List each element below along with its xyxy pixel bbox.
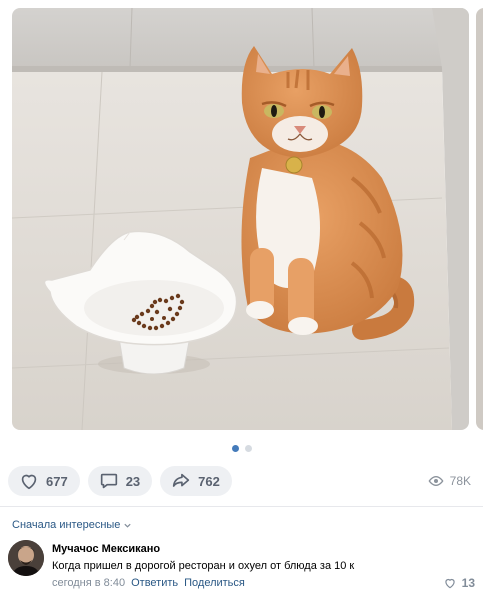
- comment-text: Когда пришел в дорогой ресторан и охуел …: [52, 560, 355, 572]
- like-count: 677: [46, 473, 68, 489]
- comment-like-count: 13: [461, 576, 475, 590]
- comment-like-button[interactable]: 13: [443, 576, 475, 590]
- carousel-dot-1[interactable]: [231, 445, 239, 452]
- post-photo[interactable]: [12, 8, 469, 430]
- comment-button[interactable]: 23: [87, 466, 153, 496]
- avatar-image: [8, 540, 44, 576]
- post-actions: 677 23 762 78K: [8, 466, 475, 496]
- views-count: 78K: [449, 474, 471, 488]
- comment-item: Мучачос Мексикано Когда пришел в дорогой…: [8, 540, 475, 592]
- share-count: 762: [198, 473, 220, 489]
- comments-sort-label: Сначала интересные: [12, 519, 121, 531]
- comment-time[interactable]: сегодня в 8:40: [52, 577, 125, 589]
- comment-meta: сегодня в 8:40 Ответить Поделиться: [52, 577, 245, 589]
- comment-count: 23: [125, 473, 141, 489]
- heart-icon: [444, 578, 455, 589]
- comment-bubble-icon: [100, 473, 117, 489]
- carousel-dot-2[interactable]: [244, 445, 252, 452]
- share-arrow-icon: [173, 473, 190, 487]
- comments-sort-dropdown[interactable]: Сначала интересные: [12, 519, 132, 531]
- views-counter: 78K: [428, 473, 475, 489]
- reply-button[interactable]: Ответить: [131, 577, 178, 589]
- share-button[interactable]: 762: [160, 466, 232, 496]
- like-button[interactable]: 677: [8, 466, 80, 496]
- chevron-down-icon: [124, 523, 132, 528]
- comment-share-button[interactable]: Поделиться: [184, 577, 245, 589]
- carousel-pagination: [0, 445, 483, 452]
- comment-author[interactable]: Мучачос Мексикано: [52, 543, 160, 555]
- divider: [0, 506, 483, 507]
- post: 677 23 762 78K Сначала интересные Мучачо…: [0, 0, 483, 596]
- avatar[interactable]: [8, 540, 44, 576]
- cat-photo-image: [12, 8, 469, 430]
- heart-icon: [21, 474, 37, 490]
- next-photo-peek[interactable]: [476, 8, 483, 430]
- eye-icon: [428, 475, 444, 487]
